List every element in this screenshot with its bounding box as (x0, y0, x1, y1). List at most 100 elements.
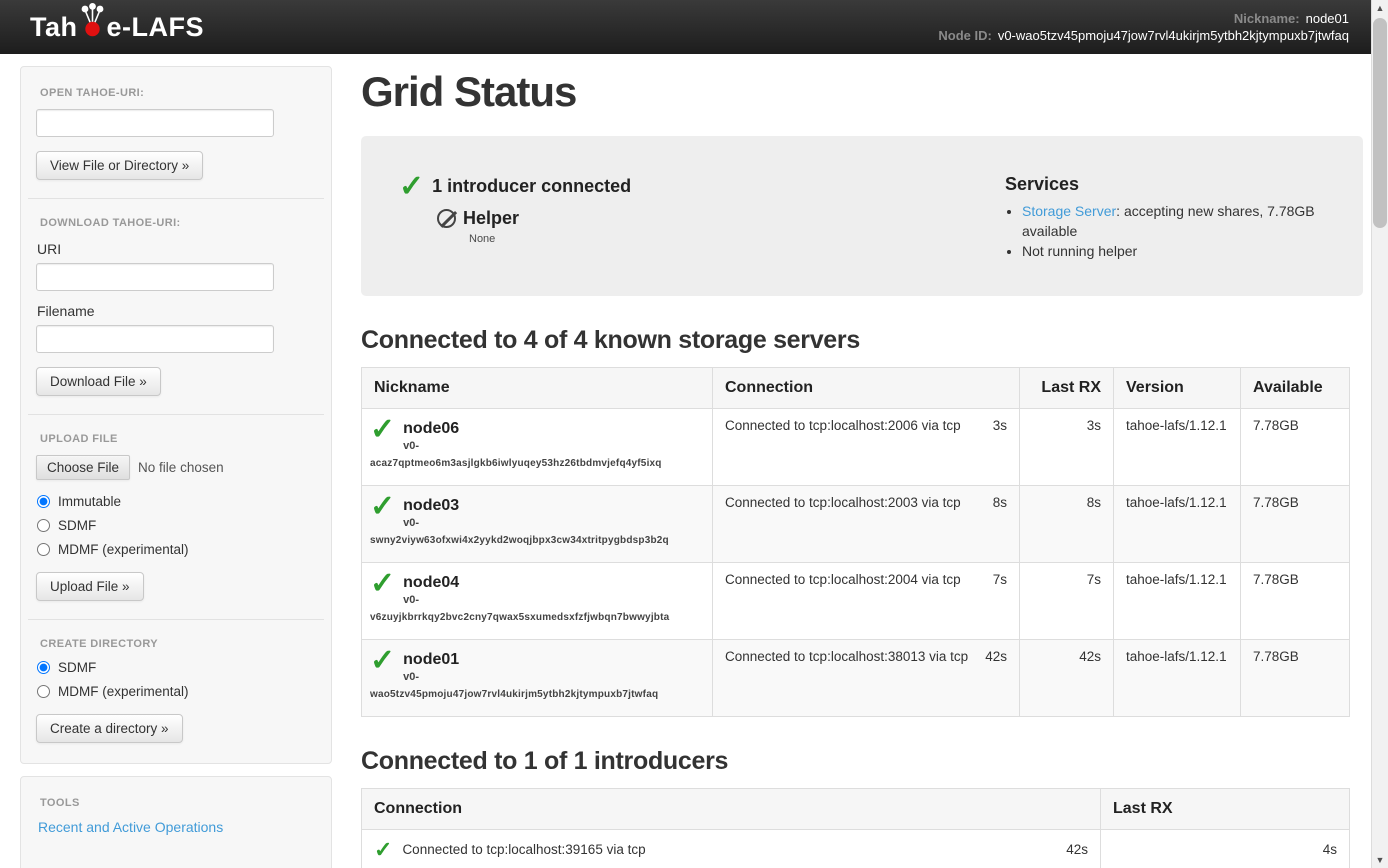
download-uri-input[interactable] (36, 263, 274, 291)
scroll-up-arrow[interactable]: ▲ (1372, 3, 1388, 13)
storage-server-row: ✓ node04 v0- v6zuyjkbrrkqy2bvc2cny7qwax5… (362, 563, 1350, 640)
connection-age: 42s (985, 649, 1007, 664)
connection-cell: Connected to tcp:localhost:2003 via tcp8… (713, 486, 1020, 563)
server-nickname: node04 (403, 573, 459, 592)
connection-age: 7s (993, 572, 1007, 587)
column-header-last-rx: Last RX (1101, 789, 1350, 830)
radio-label: SDMF (58, 660, 96, 675)
node-id-label: Node ID: (938, 27, 991, 44)
view-file-button[interactable]: View File or Directory » (36, 151, 203, 180)
mkdir-format-mdmf[interactable]: MDMF (experimental) (36, 684, 316, 699)
server-id-hash: wao5tzv45pmoju47jow7rvl4ukirjm5ytbh2kjty… (370, 689, 704, 700)
upload-file-label: UPLOAD FILE (40, 433, 316, 445)
table-header-row: Connection Last RX (362, 789, 1350, 830)
upload-format-mdmf-radio[interactable] (37, 543, 50, 556)
upload-format-sdmf[interactable]: SDMF (36, 518, 316, 533)
radio-label: Immutable (58, 494, 121, 509)
upload-format-sdmf-radio[interactable] (37, 519, 50, 532)
connection-cell: Connected to tcp:localhost:2004 via tcp 7… (713, 563, 1020, 640)
last-rx-cell: 8s (1020, 486, 1114, 563)
server-nickname: node03 (403, 496, 459, 515)
services-title: Services (1005, 174, 1333, 195)
last-rx-cell: 7s (1020, 563, 1114, 640)
file-chosen-status: No file chosen (138, 460, 224, 475)
main-content: Grid Status ✓ 1 introducer connected Hel… (361, 66, 1363, 868)
check-icon: ✓ (370, 569, 395, 606)
sidebar-divider (28, 414, 324, 415)
tahoe-node-icon (79, 2, 106, 38)
mkdir-format-sdmf[interactable]: SDMF (36, 660, 316, 675)
logo-text-pre: Tah (30, 12, 78, 43)
file-input-row: Choose File No file chosen (36, 455, 316, 480)
nickname-cell: ✓ node06 v0- acaz7qptmeo6m3asjlgkb6iwlyu… (362, 409, 713, 486)
node-id-value: v0-wao5tzv45pmoju47jow7rvl4ukirjm5ytbh2k… (998, 27, 1349, 44)
nickname-cell: ✓ node01 v0- wao5tzv45pmoju47jow7rvl4uki… (362, 640, 713, 717)
content-area: OPEN TAHOE-URI: View File or Directory »… (0, 54, 1371, 868)
check-icon: ✓ (370, 415, 395, 452)
grid-status-summary-well: ✓ 1 introducer connected Helper None Ser… (361, 136, 1363, 296)
last-rx-cell: 4s (1101, 830, 1350, 868)
vertical-scrollbar[interactable]: ▲ ▼ (1371, 0, 1388, 868)
last-rx-cell: 42s (1020, 640, 1114, 717)
server-id-prefix: v0- (403, 440, 459, 452)
server-id-prefix: v0- (403, 517, 459, 529)
open-uri-input[interactable] (36, 109, 274, 137)
connection-cell: Connected to tcp:localhost:2006 via tcp3… (713, 409, 1020, 486)
service-item-storage: Storage Server: accepting new shares, 7.… (1022, 202, 1333, 241)
connection-age: 42s (1066, 842, 1088, 857)
available-cell: 7.78GB (1241, 486, 1350, 563)
open-uri-label: OPEN TAHOE-URI: (40, 87, 316, 99)
nickname-row: Nickname: node01 (938, 10, 1349, 27)
introducer-status-text: 1 introducer connected (432, 174, 631, 198)
last-rx-cell: 3s (1020, 409, 1114, 486)
tools-box: TOOLS Recent and Active Operations (20, 776, 332, 868)
page: Tah e-LAFS Nickname: node01 (0, 0, 1371, 868)
top-header-bar: Tah e-LAFS Nickname: node01 (0, 0, 1371, 54)
node-info: Nickname: node01 Node ID: v0-wao5tzv45pm… (938, 10, 1349, 44)
download-file-button[interactable]: Download File » (36, 367, 161, 396)
sidebar-forms-box: OPEN TAHOE-URI: View File or Directory »… (20, 66, 332, 764)
version-cell: tahoe-lafs/1.12.1 (1114, 486, 1241, 563)
download-filename-input[interactable] (36, 325, 274, 353)
service-item-helper: Not running helper (1022, 242, 1333, 262)
mkdir-format-sdmf-radio[interactable] (37, 661, 50, 674)
upload-file-button[interactable]: Upload File » (36, 572, 144, 601)
scroll-down-arrow[interactable]: ▼ (1372, 855, 1388, 865)
version-cell: tahoe-lafs/1.12.1 (1114, 409, 1241, 486)
radio-label: SDMF (58, 518, 96, 533)
upload-format-immutable-radio[interactable] (37, 495, 50, 508)
mkdir-format-mdmf-radio[interactable] (37, 685, 50, 698)
create-directory-button[interactable]: Create a directory » (36, 714, 183, 743)
upload-format-immutable[interactable]: Immutable (36, 494, 316, 509)
upload-format-mdmf[interactable]: MDMF (experimental) (36, 542, 316, 557)
connection-text: Connected to tcp:localhost:39165 via tcp (402, 842, 645, 857)
tahoe-lafs-logo: Tah e-LAFS (30, 12, 204, 43)
sidebar-divider (28, 619, 324, 620)
scrollbar-thumb[interactable] (1373, 18, 1387, 228)
recent-operations-link[interactable]: Recent and Active Operations (38, 819, 223, 835)
server-id-prefix: v0- (403, 594, 459, 606)
storage-server-row: ✓ node06 v0- acaz7qptmeo6m3asjlgkb6iwlyu… (362, 409, 1350, 486)
connection-text: Connected to tcp:localhost:2006 via tcp (725, 418, 961, 433)
nickname-label: Nickname: (1234, 10, 1300, 27)
connection-text: Connected to tcp:localhost:2003 via tcp (725, 495, 961, 510)
column-header-version: Version (1114, 368, 1241, 409)
radio-label: MDMF (experimental) (58, 684, 189, 699)
services-panel: Services Storage Server: accepting new s… (1005, 174, 1335, 296)
choose-file-button[interactable]: Choose File (36, 455, 130, 480)
check-icon: ✓ (370, 646, 395, 683)
connection-text: Connected to tcp:localhost:2004 via tcp (725, 572, 961, 587)
column-header-connection: Connection (713, 368, 1020, 409)
check-icon: ✓ (370, 492, 395, 529)
available-cell: 7.78GB (1241, 563, 1350, 640)
connection-cell: Connected to tcp:localhost:38013 via tcp… (713, 640, 1020, 717)
storage-server-row: ✓ node03 v0- swny2viyw63ofxwi4x2yykd2woq… (362, 486, 1350, 563)
check-icon: ✓ (399, 172, 424, 202)
available-cell: 7.78GB (1241, 640, 1350, 717)
storage-server-link[interactable]: Storage Server (1022, 203, 1116, 219)
server-id-hash: acaz7qptmeo6m3asjlgkb6iwlyuqey53hz26tbdm… (370, 458, 704, 469)
storage-servers-table: Nickname Connection Last RX Version Avai… (361, 367, 1350, 717)
radio-label: MDMF (experimental) (58, 542, 189, 557)
column-header-connection: Connection (362, 789, 1101, 830)
introducer-row: ✓ Connected to tcp:localhost:39165 via t… (362, 830, 1350, 868)
